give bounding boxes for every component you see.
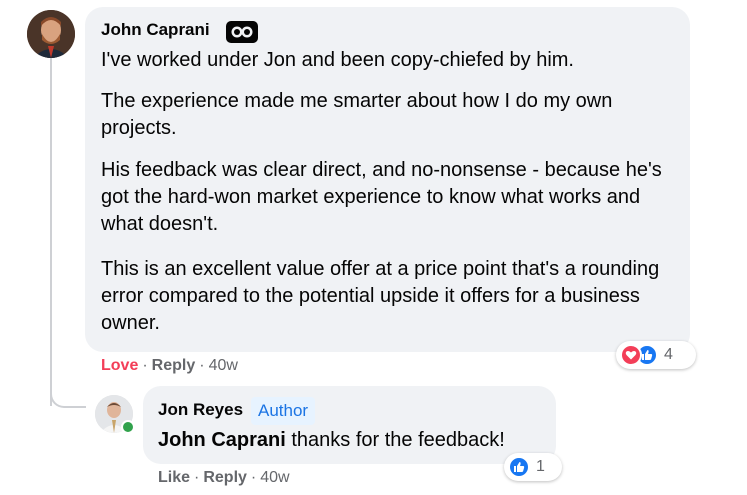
thread-line [50, 58, 52, 406]
comment-reactions[interactable]: 4 [616, 341, 696, 369]
comment-paragraph-4: This is an excellent value offer at a pr… [101, 258, 660, 334]
mention-john-caprani[interactable]: John Caprani [158, 429, 286, 451]
reply-text: John Caprani thanks for the feedback! [158, 427, 505, 454]
reply-action[interactable]: Reply [152, 357, 196, 374]
love-reaction-icon [620, 344, 642, 366]
reply-reactions[interactable]: 1 [504, 453, 562, 481]
avatar-john-caprani[interactable] [27, 10, 75, 58]
reply-actions: Like · Reply · 40w [158, 469, 290, 486]
love-action[interactable]: Love [101, 357, 138, 374]
comment-author-name[interactable]: John Caprani [101, 20, 210, 40]
reaction-count: 1 [536, 458, 545, 475]
top-fan-badge-icon[interactable] [226, 21, 258, 43]
reaction-count: 4 [664, 346, 673, 363]
like-action[interactable]: Like [158, 469, 190, 486]
reply-timestamp[interactable]: 40w [260, 469, 289, 486]
reply-author-name[interactable]: Jon Reyes [158, 400, 243, 420]
online-status-dot [121, 420, 135, 434]
comment-paragraph-1: I've worked under Jon and been copy-chie… [101, 49, 574, 71]
comment-timestamp[interactable]: 40w [209, 357, 238, 374]
comment-actions: Love · Reply · 40w [101, 357, 238, 374]
like-reaction-icon [508, 456, 530, 478]
comment-paragraph-2: The experience made me smarter about how… [101, 90, 613, 139]
reply-body: thanks for the feedback! [285, 429, 505, 451]
author-badge: Author [251, 397, 316, 425]
thread-line-connector [50, 380, 86, 408]
comment-paragraph-3: His feedback was clear direct, and no-no… [101, 159, 662, 235]
reply-action[interactable]: Reply [203, 469, 247, 486]
